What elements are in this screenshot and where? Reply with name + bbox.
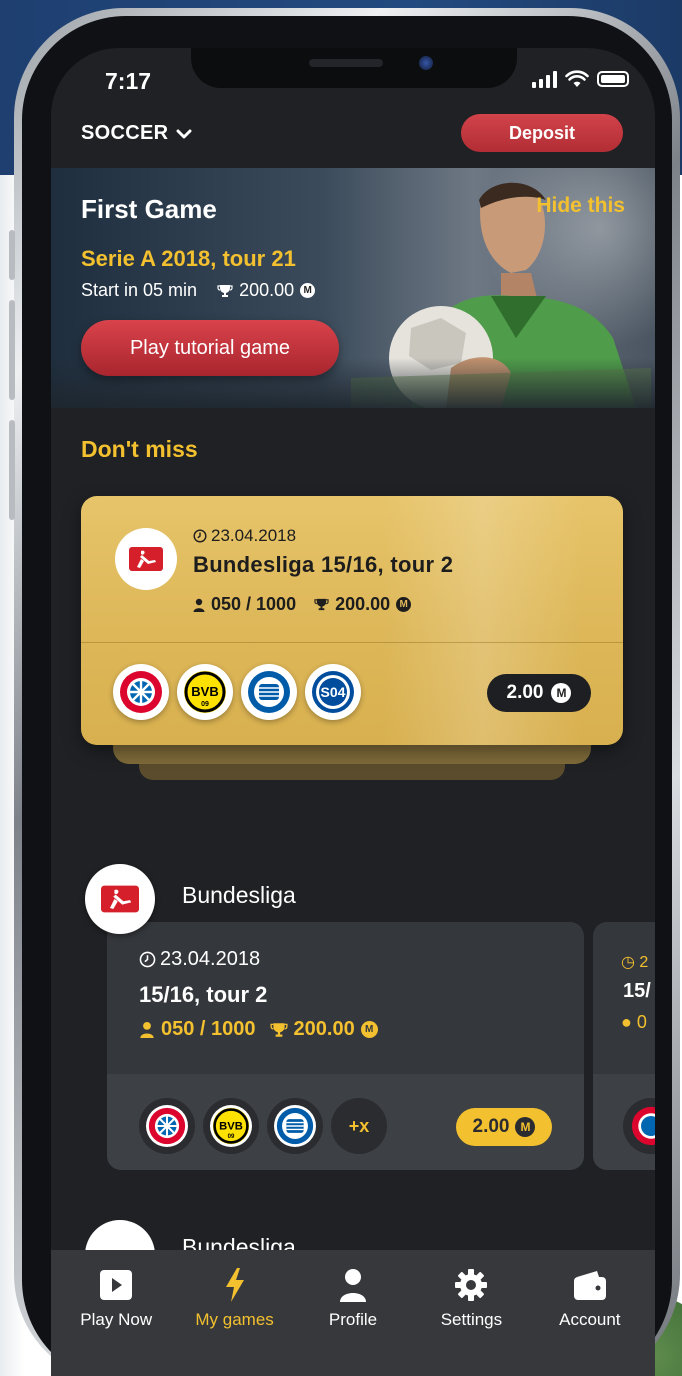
tab-play-now[interactable]: Play Now (57, 1250, 175, 1376)
banner-title: First Game (81, 194, 217, 224)
bundesliga-logo (85, 864, 155, 934)
start-time: Start in 05 min (81, 280, 198, 300)
team-list: BVB 09 S04 (113, 664, 361, 720)
entry-price-button[interactable]: 2.00 M (456, 1108, 552, 1146)
person-icon: ● (621, 1012, 632, 1032)
svg-text:S04: S04 (321, 684, 346, 700)
entry-price-button[interactable]: 2.00 M (487, 674, 591, 712)
play-tutorial-button[interactable]: Play tutorial game (81, 320, 339, 376)
team-list: BVB 09 +x (139, 1098, 387, 1154)
game-card[interactable]: 23.04.2018 15/16, tour 2 050 / 1000 200.… (107, 922, 584, 1170)
trophy-icon (314, 598, 329, 611)
game-stats: 050 / 1000 200.00 M (193, 594, 412, 615)
game-date-text: 23.04.2018 (160, 948, 261, 970)
side-button (9, 230, 15, 280)
svg-text:BVB: BVB (191, 684, 218, 699)
bvb-logo: BVB 09 (203, 1098, 259, 1154)
signal-icon (532, 70, 557, 88)
game-date: 23.04.2018 (139, 948, 260, 971)
status-time: 7:17 (105, 68, 152, 94)
hertha-logo (267, 1098, 323, 1154)
tab-label: Account (559, 1310, 621, 1329)
game-title: Bundesliga 15/16, tour 2 (193, 552, 454, 577)
status-icons (532, 70, 629, 88)
sport-selector[interactable]: SOCCER (81, 122, 192, 145)
clock-icon (139, 951, 156, 968)
section-title: Don't miss (81, 436, 198, 462)
bundesliga-logo (115, 528, 177, 590)
bayern-logo (113, 664, 169, 720)
card-divider (81, 642, 623, 643)
tab-label: Settings (440, 1310, 503, 1329)
entry-price: 2.00 (506, 682, 544, 703)
coin-icon: M (551, 683, 572, 703)
more-teams-badge[interactable]: +x (331, 1098, 387, 1154)
game-date-text: 2 (639, 954, 649, 971)
play-icon (99, 1266, 133, 1304)
game-date: ◷ 2 (621, 952, 648, 972)
coin-icon: M (300, 283, 316, 298)
side-button (9, 420, 15, 520)
person-icon (140, 1021, 154, 1038)
entry-price: 2.00 (472, 1116, 510, 1137)
trophy-icon (269, 1022, 288, 1037)
tab-label: Profile (328, 1310, 378, 1329)
app-screen: 7:17 SOCCER Deposit First Game Hide this… (51, 48, 655, 1376)
chevron-down-icon (176, 129, 192, 138)
prize-amount: 200.00 (293, 1018, 355, 1040)
battery-icon (597, 71, 629, 87)
hertha-logo (241, 664, 297, 720)
app-header: SOCCER Deposit (51, 112, 655, 172)
tab-label: My games (195, 1310, 274, 1329)
prize-amount: 200.00 (335, 594, 391, 614)
game-title: 15/16, tour 2 (139, 982, 268, 1007)
gear-icon (454, 1266, 488, 1304)
wifi-icon (565, 70, 589, 87)
coin-icon: M (360, 1021, 378, 1038)
tab-my-games[interactable]: My games (175, 1250, 293, 1376)
bvb-logo: BVB 09 (177, 664, 233, 720)
trophy-icon (217, 284, 233, 297)
tab-profile[interactable]: Profile (294, 1250, 412, 1376)
league-name: Bundesliga (182, 882, 296, 908)
clock-icon: ◷ (621, 954, 635, 971)
svg-text:09: 09 (228, 1134, 235, 1140)
coin-icon: M (396, 597, 412, 612)
first-game-banner: First Game Hide this Serie A 2018, tour … (51, 168, 655, 408)
tab-account[interactable]: Account (531, 1250, 649, 1376)
game-card[interactable]: ◷ 2 15/ ● 0 (593, 922, 655, 1170)
camera (419, 56, 433, 70)
players-count: 0 (636, 1012, 647, 1032)
banner-info: Start in 05 min 200.00 M (81, 280, 316, 301)
banner-league: Serie A 2018, tour 21 (81, 246, 296, 271)
person-icon (193, 598, 205, 612)
game-date-text: 23.04.2018 (211, 526, 297, 545)
bayern-logo (139, 1098, 195, 1154)
prize-amount: 200.00 (239, 280, 295, 300)
game-date: 23.04.2018 (193, 526, 296, 546)
tab-label: Play Now (80, 1310, 153, 1329)
deposit-button[interactable]: Deposit (461, 114, 623, 152)
hide-banner-link[interactable]: Hide this (536, 194, 625, 218)
phone-notch (191, 48, 517, 88)
players-count: 050 / 1000 (161, 1018, 256, 1040)
side-button (9, 300, 15, 400)
sport-label: SOCCER (81, 122, 169, 144)
svg-text:BVB: BVB (219, 1120, 243, 1132)
featured-game-card[interactable]: 23.04.2018 Bundesliga 15/16, tour 2 050 … (81, 496, 623, 745)
schalke-logo: S04 (305, 664, 361, 720)
bottom-tab-bar: Play Now My games Profile Settings Accou… (51, 1250, 655, 1376)
players-count: 050 / 1000 (211, 594, 297, 614)
clock-icon (193, 529, 207, 543)
svg-text:09: 09 (201, 701, 209, 708)
person-icon (339, 1266, 367, 1304)
lightning-icon (224, 1266, 246, 1304)
speaker (309, 59, 383, 67)
game-stats: 050 / 1000 200.00 M (139, 1018, 378, 1041)
coin-icon: M (515, 1117, 536, 1137)
game-stats: ● 0 (621, 1012, 647, 1033)
tab-settings[interactable]: Settings (412, 1250, 530, 1376)
game-title: 15/ (623, 980, 651, 1002)
wallet-icon (573, 1266, 607, 1304)
